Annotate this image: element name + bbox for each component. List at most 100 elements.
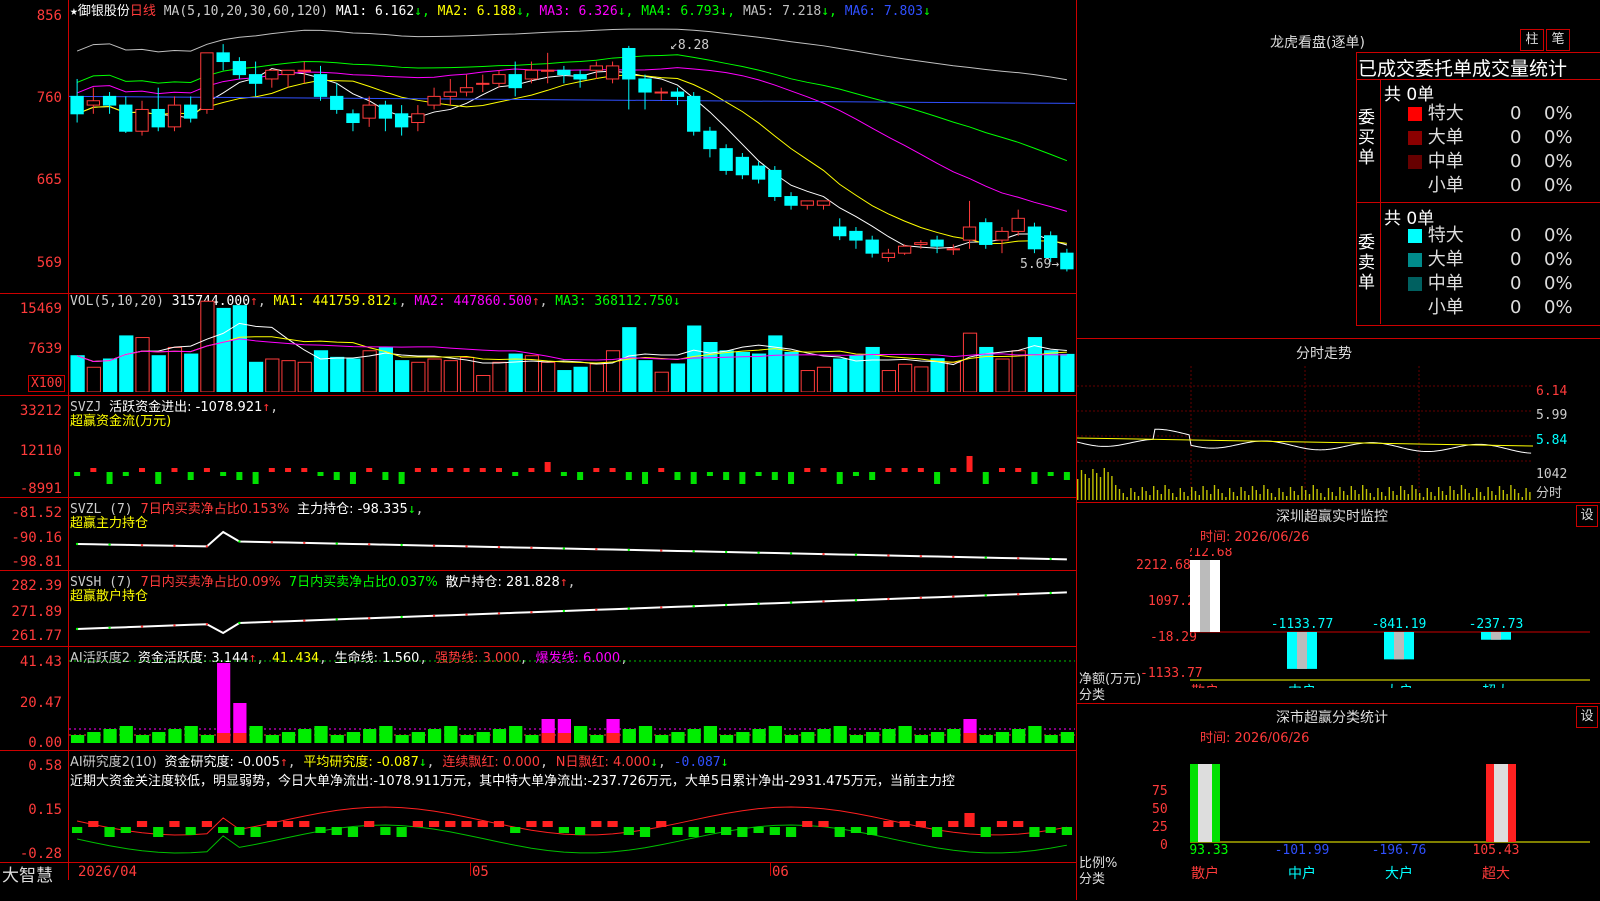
intraday-vol-bar: [1331, 492, 1333, 500]
research-bar: [704, 827, 716, 833]
volume-bar: [395, 360, 410, 392]
line-dot: [757, 551, 760, 554]
pen-button[interactable]: 笔: [1546, 29, 1570, 51]
flow-bar: [885, 468, 892, 472]
line-dot: [205, 623, 209, 626]
app-logo[interactable]: 大智慧: [2, 861, 53, 886]
intraday-vol-bar: [1221, 493, 1223, 500]
monitor-settings-button[interactable]: 设: [1576, 505, 1598, 527]
volume-bar: [768, 335, 783, 392]
research-bar: [883, 821, 894, 827]
low-label: 5.69→: [1020, 257, 1060, 272]
research-bar: [591, 821, 602, 827]
ai-activity-chart[interactable]: [69, 647, 1075, 749]
volume-bar: [135, 337, 150, 392]
bar-button[interactable]: 柱: [1520, 29, 1544, 51]
activity-bar: [947, 729, 961, 743]
activity-bar: [768, 726, 782, 743]
intraday-vol-bar: [1130, 488, 1132, 500]
intraday-vol-bar: [1354, 490, 1356, 500]
research-bar: [299, 821, 310, 827]
candle: [119, 104, 133, 132]
candle: [703, 130, 717, 150]
line-dot: [238, 540, 241, 543]
ma-trend: ↓,: [821, 4, 845, 19]
volume-chart[interactable]: [69, 300, 1075, 392]
order-volume: 0: [1510, 273, 1522, 294]
monitor-category: 超大: [1482, 684, 1510, 688]
candle: [330, 95, 344, 110]
order-label: 中单: [1427, 151, 1464, 172]
intraday-vol-bar: [1449, 486, 1451, 500]
flow-bar: [577, 472, 584, 480]
intraday-vol-bar: [1487, 487, 1489, 500]
svzj-tick: -8991: [19, 481, 62, 497]
candle: [346, 113, 360, 124]
line-dot: [692, 605, 695, 608]
candle: [281, 69, 295, 76]
activity-base: [233, 733, 247, 743]
intraday-vol-bar: [1156, 490, 1159, 500]
flow-bar: [285, 468, 292, 472]
classify-settings-button[interactable]: 设: [1576, 706, 1598, 728]
retail-chart[interactable]: [69, 571, 1075, 645]
order-volume: 0: [1510, 225, 1522, 246]
period-label[interactable]: 日线: [130, 4, 156, 19]
classify-chart[interactable]: 293.33 散户 -101.99 中户 -196.76 大户 105.43 超大: [1190, 760, 1600, 900]
volume-bar: [751, 353, 767, 392]
flow-bar: [788, 472, 795, 484]
candle: [427, 95, 441, 106]
volume-bar: [346, 358, 361, 392]
activity-bar: [87, 732, 101, 743]
candlestick-chart[interactable]: [69, 18, 1075, 288]
research-bar: [688, 827, 699, 837]
line-dot: [1017, 557, 1020, 560]
classify-time: 时间: 2026/06/26: [1200, 731, 1310, 746]
order-label: 特大: [1427, 225, 1464, 246]
fund-flow-chart[interactable]: [69, 396, 1075, 496]
flow-bar: [268, 468, 275, 472]
research-bar: [753, 827, 764, 833]
volume-bar: [703, 342, 718, 392]
ai-research-chart[interactable]: [69, 751, 1075, 861]
intraday-vol-bar: [1255, 490, 1257, 500]
intraday-vol-bar: [1479, 492, 1482, 500]
candle: [995, 230, 1009, 241]
volume-bar: [330, 356, 345, 392]
research-bar: [996, 821, 1008, 827]
svsh-tick: 282.39: [11, 578, 62, 594]
activity-bar: [379, 726, 393, 743]
volume-bar: [443, 360, 458, 392]
intraday-vol-bar: [1419, 493, 1421, 500]
activity-bar: [687, 729, 701, 743]
research-bar: [380, 827, 391, 835]
activity-bar: [509, 726, 523, 743]
line-dot: [75, 627, 79, 631]
monitor-bar-shade: [1297, 632, 1307, 669]
intraday-vol-bar: [1358, 494, 1360, 500]
research-bar: [818, 821, 829, 827]
air-tick: 0.58: [28, 758, 62, 774]
line-dot: [497, 545, 501, 549]
line-dot: [595, 548, 598, 551]
main-force-chart[interactable]: [69, 498, 1075, 570]
research-bar: [120, 827, 131, 833]
intraday-chart[interactable]: [1077, 366, 1533, 500]
monitor-chart[interactable]: 2212.68 散户 -1133.77 中户 -841.19 大户 -237.73 超大: [1190, 548, 1600, 688]
activity-bar: [444, 726, 458, 743]
candle: [670, 91, 685, 97]
svsh-tick: 271.89: [11, 604, 62, 620]
favorite-star-icon[interactable]: ★: [70, 4, 78, 19]
candle: [897, 245, 912, 254]
flow-bar: [155, 472, 162, 484]
intraday-vol-bar: [1434, 496, 1436, 500]
intraday-vol-bar: [1396, 495, 1398, 500]
intraday-vol-bar: [1244, 491, 1246, 500]
candle: [70, 95, 84, 115]
intraday-vol-bar: [1202, 486, 1204, 500]
intraday-vol-bar: [1312, 485, 1314, 500]
line-dot: [335, 542, 338, 545]
high-label: ↙8.28: [670, 38, 710, 53]
volume-bar: [281, 360, 296, 392]
svzl-tick: -98.81: [11, 554, 62, 570]
